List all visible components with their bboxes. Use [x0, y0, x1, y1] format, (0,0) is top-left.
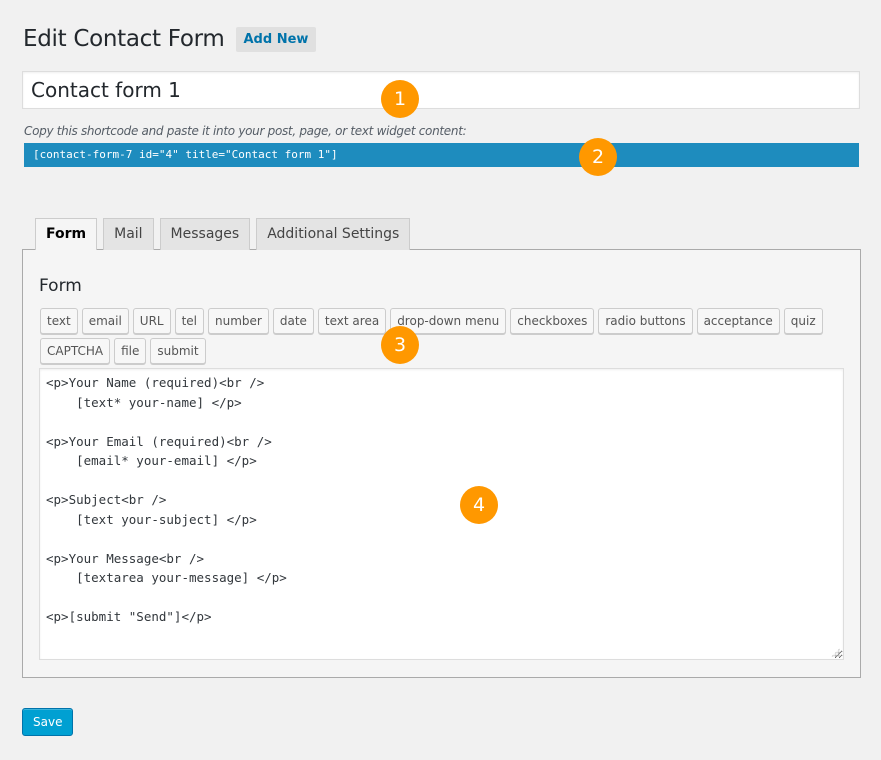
shortcode-label: Copy this shortcode and paste it into yo…	[24, 124, 467, 138]
tab-additional-settings[interactable]: Additional Settings	[256, 218, 411, 250]
tab-bar: Form Mail Messages Additional Settings	[35, 218, 411, 250]
annotation-badge-4: 4	[460, 486, 498, 524]
tab-messages[interactable]: Messages	[159, 218, 251, 250]
annotation-badge-2: 2	[579, 138, 617, 176]
form-title-input[interactable]	[22, 71, 860, 109]
panel-title: Form	[39, 276, 82, 296]
tag-button-checkboxes[interactable]: checkboxes	[510, 308, 595, 334]
save-button[interactable]: Save	[22, 708, 74, 736]
page-header: Edit Contact Form Add New	[23, 26, 317, 52]
tab-form[interactable]: Form	[35, 218, 98, 250]
tag-button-email[interactable]: email	[81, 308, 129, 334]
tag-button-number[interactable]: number	[208, 308, 269, 334]
tag-button-textarea[interactable]: text area	[317, 308, 387, 334]
tag-button-url[interactable]: URL	[132, 308, 171, 334]
add-new-button[interactable]: Add New	[235, 26, 317, 52]
annotation-badge-3: 3	[381, 326, 419, 364]
tab-mail[interactable]: Mail	[103, 218, 154, 250]
tag-button-tel[interactable]: tel	[174, 308, 205, 334]
tag-button-date[interactable]: date	[272, 308, 314, 334]
annotation-badge-1: 1	[381, 80, 419, 118]
form-code-editor[interactable]: <p>Your Name (required)<br /> [text* you…	[39, 368, 844, 660]
page-title: Edit Contact Form	[23, 26, 225, 52]
tag-button-text[interactable]: text	[40, 308, 78, 334]
tag-generator-buttons: text email URL tel number date text area…	[40, 308, 840, 364]
tag-button-radio[interactable]: radio buttons	[598, 308, 693, 334]
form-panel: Form text email URL tel number date text…	[22, 249, 861, 678]
tag-button-file[interactable]: file	[114, 338, 147, 364]
shortcode-field[interactable]: [contact-form-7 id="4" title="Contact fo…	[24, 143, 859, 167]
tag-button-captcha[interactable]: CAPTCHA	[40, 338, 111, 364]
tag-button-quiz[interactable]: quiz	[783, 308, 823, 334]
tag-button-acceptance[interactable]: acceptance	[696, 308, 780, 334]
tag-button-submit[interactable]: submit	[150, 338, 206, 364]
